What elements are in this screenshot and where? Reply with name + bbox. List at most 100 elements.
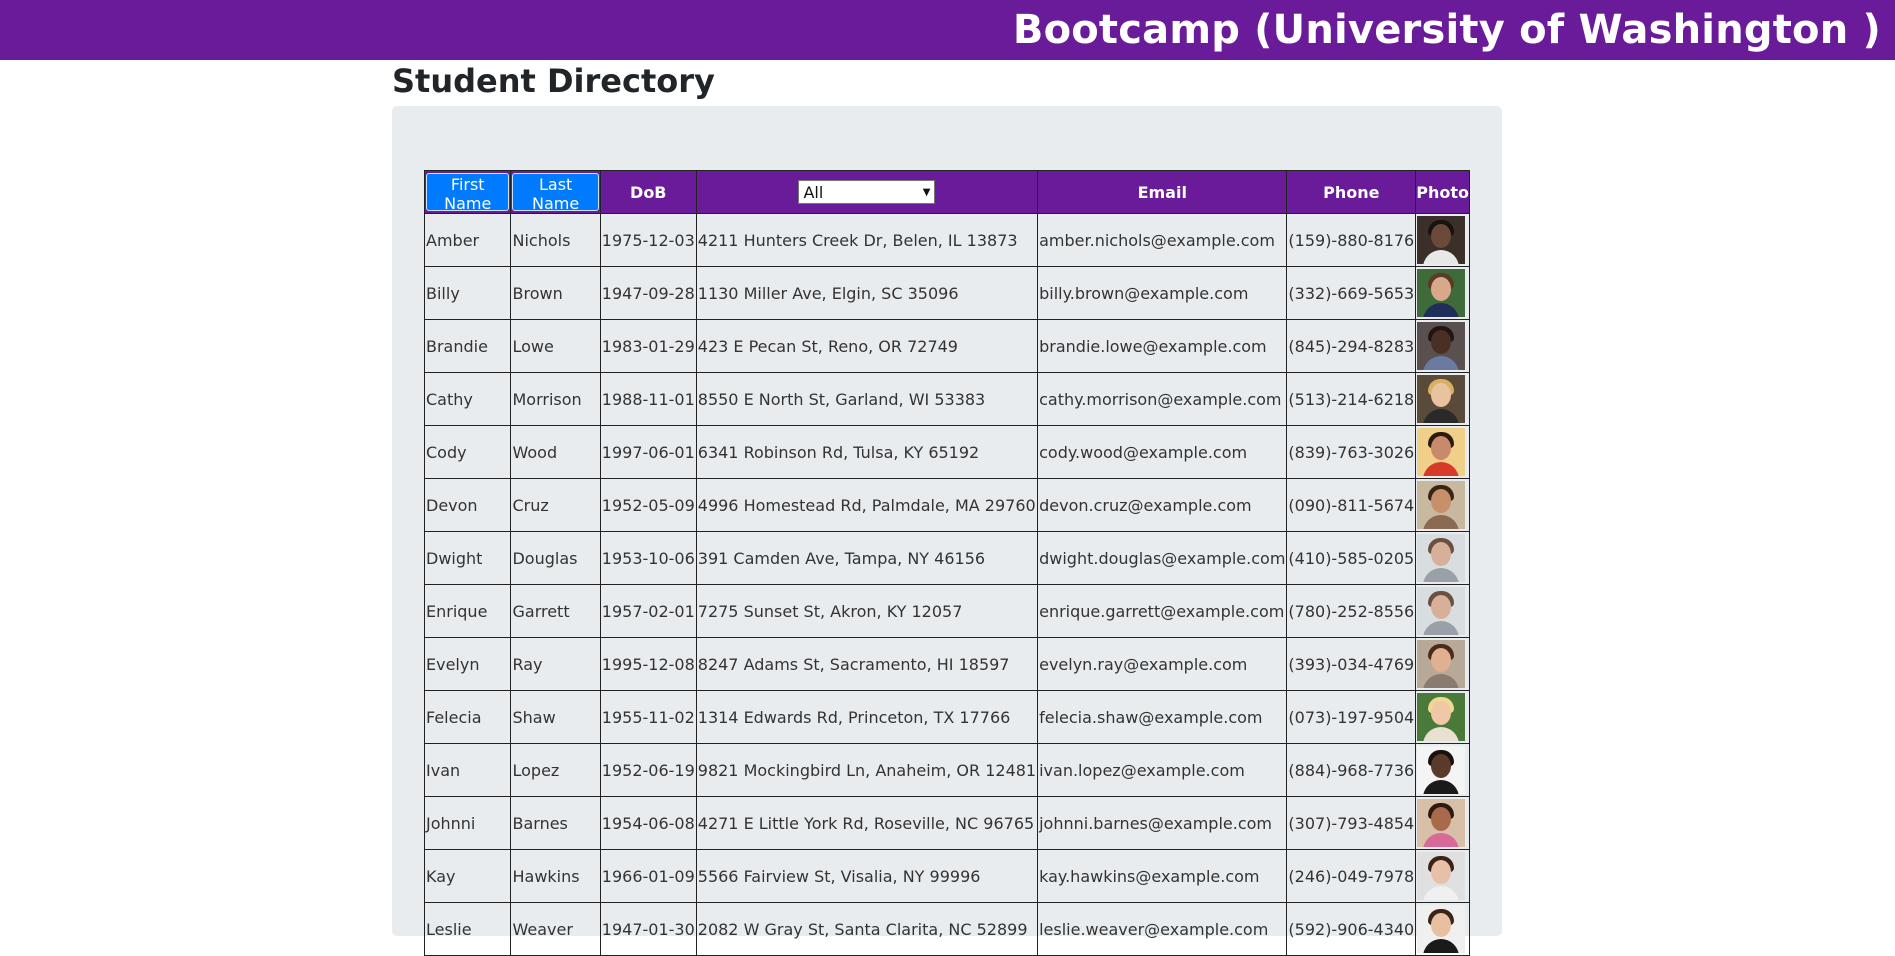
table-row: Cody Wood 1997-06-01 6341 Robinson Rd, Tuls… bbox=[423, 425, 1470, 479]
last-name-cell: Cruz bbox=[510, 478, 601, 532]
address-cell: 8247 Adams St, Sacramento, HI 18597 bbox=[695, 637, 1039, 691]
avatar-face bbox=[1431, 807, 1452, 831]
photo-cell bbox=[1415, 584, 1470, 638]
address-cell: 4996 Homestead Rd, Palmdale, MA 29760 bbox=[695, 478, 1039, 532]
sort-last-name-button[interactable]: Last Name bbox=[512, 173, 599, 213]
header-filter: All ▼ bbox=[695, 170, 1039, 214]
last-name-cell: Shaw bbox=[510, 690, 601, 744]
avatar-face bbox=[1431, 542, 1452, 566]
avatar bbox=[1417, 534, 1466, 582]
address-cell: 5566 Fairview St, Visalia, NY 99996 bbox=[695, 849, 1039, 903]
table-row: Evelyn Ray 1995-12-08 8247 Adams St, Sacram… bbox=[423, 637, 1470, 691]
avatar-body bbox=[1423, 939, 1460, 953]
email-cell: cody.wood@example.com bbox=[1037, 425, 1288, 479]
email-cell: devon.cruz@example.com bbox=[1037, 478, 1288, 532]
avatar bbox=[1417, 905, 1466, 953]
dob-cell: 1952-05-09 bbox=[599, 478, 697, 532]
photo-cell bbox=[1415, 743, 1470, 797]
photo-cell bbox=[1415, 266, 1470, 320]
phone-cell: (513)-214-6218 bbox=[1286, 372, 1417, 426]
table-row: Dwight Douglas 1953-10-06 391 Camden Ave, T… bbox=[423, 531, 1470, 585]
phone-cell: (246)-049-7978 bbox=[1286, 849, 1417, 903]
avatar-face bbox=[1431, 595, 1452, 619]
phone-cell: (592)-906-4340 bbox=[1286, 902, 1417, 956]
avatar-body bbox=[1423, 250, 1460, 264]
header-email: Email bbox=[1037, 170, 1288, 214]
avatar bbox=[1417, 746, 1466, 794]
student-table: First Name Last Name DoB All ▼ Email Pho… bbox=[423, 170, 1470, 956]
last-name-cell: Wood bbox=[510, 425, 601, 479]
address-cell: 7275 Sunset St, Akron, KY 12057 bbox=[695, 584, 1039, 638]
avatar-body bbox=[1423, 780, 1460, 794]
avatar-body bbox=[1423, 462, 1460, 476]
directory-panel: First Name Last Name DoB All ▼ Email Pho… bbox=[392, 106, 1502, 956]
phone-cell: (884)-968-7736 bbox=[1286, 743, 1417, 797]
dob-cell: 1954-06-08 bbox=[599, 796, 697, 850]
dob-cell: 1947-01-30 bbox=[599, 902, 697, 956]
avatar-face bbox=[1431, 436, 1452, 460]
state-filter-value: All bbox=[803, 183, 824, 202]
photo-cell bbox=[1415, 690, 1470, 744]
phone-cell: (839)-763-3026 bbox=[1286, 425, 1417, 479]
last-name-cell: Weaver bbox=[510, 902, 601, 956]
avatar bbox=[1417, 852, 1466, 900]
dob-cell: 1983-01-29 bbox=[599, 319, 697, 373]
avatar bbox=[1417, 640, 1466, 688]
header-last-name: Last Name bbox=[510, 170, 601, 214]
sort-first-name-button[interactable]: First Name bbox=[426, 173, 510, 213]
avatar-body bbox=[1423, 303, 1460, 317]
avatar-face bbox=[1431, 754, 1452, 778]
state-filter-select[interactable]: All ▼ bbox=[798, 180, 936, 204]
last-name-cell: Hawkins bbox=[510, 849, 601, 903]
dob-cell: 1966-01-09 bbox=[599, 849, 697, 903]
top-navbar: Bootcamp (University of Washington ) bbox=[0, 0, 1895, 60]
dob-cell: 1995-12-08 bbox=[599, 637, 697, 691]
photo-cell bbox=[1415, 372, 1470, 426]
last-name-cell: Morrison bbox=[510, 372, 601, 426]
avatar bbox=[1417, 799, 1466, 847]
last-name-cell: Garrett bbox=[510, 584, 601, 638]
avatar-face bbox=[1431, 224, 1452, 248]
first-name-cell: Amber bbox=[423, 213, 512, 267]
last-name-cell: Ray bbox=[510, 637, 601, 691]
last-name-cell: Nichols bbox=[510, 213, 601, 267]
address-cell: 2082 W Gray St, Santa Clarita, NC 52899 bbox=[695, 902, 1039, 956]
photo-cell bbox=[1415, 425, 1470, 479]
avatar-body bbox=[1423, 409, 1460, 423]
first-name-cell: Felecia bbox=[423, 690, 512, 744]
photo-cell bbox=[1415, 849, 1470, 903]
avatar-body bbox=[1423, 568, 1460, 582]
first-name-cell: Evelyn bbox=[423, 637, 512, 691]
email-cell: ivan.lopez@example.com bbox=[1037, 743, 1288, 797]
chevron-down-icon: ▼ bbox=[922, 187, 931, 198]
header-phone: Phone bbox=[1286, 170, 1417, 214]
last-name-cell: Lopez bbox=[510, 743, 601, 797]
dob-cell: 1975-12-03 bbox=[599, 213, 697, 267]
main-container: Student Directory First Name Last Name D… bbox=[392, 60, 1502, 956]
avatar-body bbox=[1423, 356, 1460, 370]
last-name-cell: Douglas bbox=[510, 531, 601, 585]
phone-cell: (845)-294-8283 bbox=[1286, 319, 1417, 373]
last-name-cell: Lowe bbox=[510, 319, 601, 373]
first-name-cell: Dwight bbox=[423, 531, 512, 585]
table-row: Leslie Weaver 1947-01-30 2082 W Gray St, Sa… bbox=[423, 902, 1470, 956]
avatar bbox=[1417, 375, 1466, 423]
avatar-face bbox=[1431, 383, 1452, 407]
first-name-cell: Enrique bbox=[423, 584, 512, 638]
table-row: Cathy Morrison 1988-11-01 8550 E North St, … bbox=[423, 372, 1470, 426]
phone-cell: (090)-811-5674 bbox=[1286, 478, 1417, 532]
dob-cell: 1952-06-19 bbox=[599, 743, 697, 797]
avatar-face bbox=[1431, 648, 1452, 672]
table-header-row: First Name Last Name DoB All ▼ Email Pho… bbox=[423, 170, 1470, 214]
email-cell: johnni.barnes@example.com bbox=[1037, 796, 1288, 850]
photo-cell bbox=[1415, 637, 1470, 691]
avatar-body bbox=[1423, 621, 1460, 635]
phone-cell: (410)-585-0205 bbox=[1286, 531, 1417, 585]
avatar-body bbox=[1423, 515, 1460, 529]
avatar-face bbox=[1431, 330, 1452, 354]
email-cell: amber.nichols@example.com bbox=[1037, 213, 1288, 267]
email-cell: brandie.lowe@example.com bbox=[1037, 319, 1288, 373]
dob-cell: 1997-06-01 bbox=[599, 425, 697, 479]
header-photo: Photo bbox=[1415, 170, 1470, 214]
table-row: Amber Nichols 1975-12-03 4211 Hunters Creek… bbox=[423, 213, 1470, 267]
